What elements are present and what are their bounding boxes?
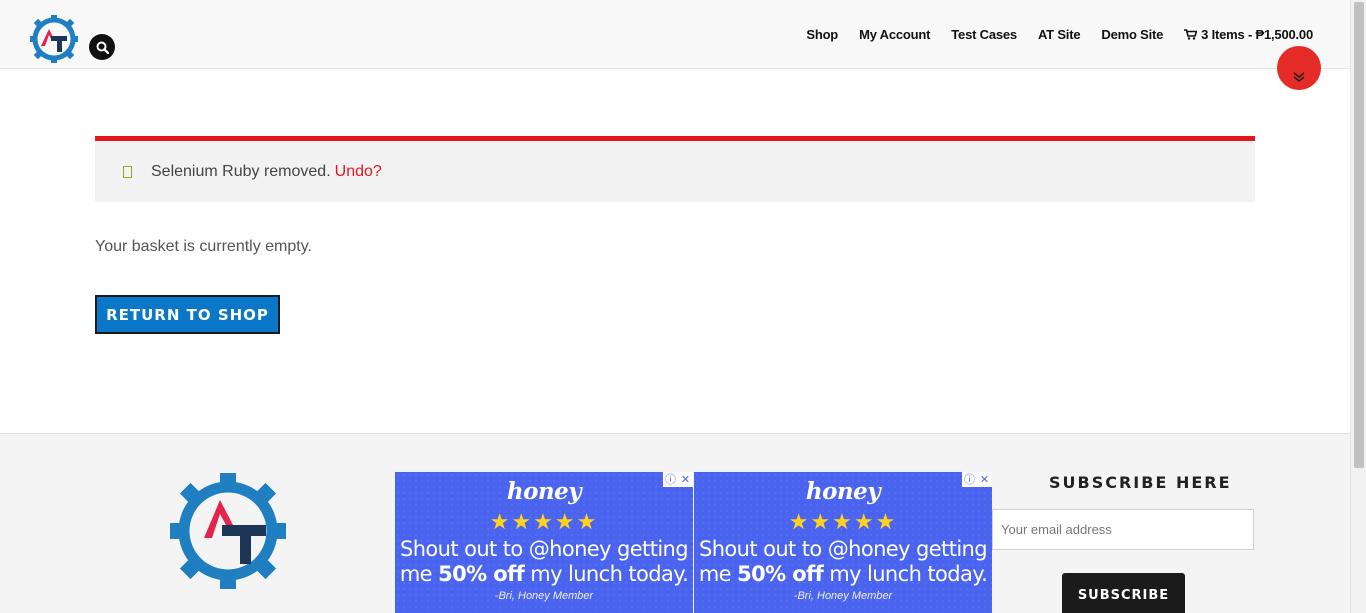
email-field[interactable]: [992, 509, 1254, 550]
search-button[interactable]: [89, 34, 115, 60]
nav-demo-site[interactable]: Demo Site: [1101, 27, 1163, 42]
ad-choices[interactable]: ⓘ ✕: [663, 472, 693, 487]
return-to-shop-button[interactable]: RETURN TO SHOP: [95, 295, 280, 334]
ad-stars: ★★★★★: [788, 509, 898, 534]
scrollbar-thumb[interactable]: [1354, 2, 1364, 468]
empty-basket-message: Your basket is currently empty.: [95, 238, 312, 255]
ad-brand: honey: [805, 478, 881, 505]
site-footer: ⓘ ✕ honey ★★★★★ Shout out to @honey gett…: [0, 433, 1350, 613]
site-header: Shop My Account Test Cases AT Site Demo …: [0, 0, 1350, 69]
cart-icon: [1184, 29, 1198, 40]
cart-summary: 3 Items - ₱1,500.00: [1201, 27, 1313, 42]
ad-info-icon[interactable]: ⓘ: [663, 472, 678, 487]
ad-info-icon[interactable]: ⓘ: [962, 472, 977, 487]
ad-brand: honey: [506, 478, 582, 505]
search-icon: [96, 41, 109, 54]
footer-logo-icon: [170, 473, 286, 589]
main-nav: Shop My Account Test Cases AT Site Demo …: [806, 27, 1313, 42]
ad-quote: Shout out to @honey getting me 50% off m…: [399, 537, 689, 586]
subscribe-button[interactable]: SUBSCRIBE: [1062, 573, 1185, 613]
page-scrollbar[interactable]: [1350, 0, 1366, 613]
nav-test-cases[interactable]: Test Cases: [951, 27, 1017, 42]
ad-close-icon[interactable]: ✕: [678, 472, 693, 487]
ad-attribution: -Bri, Honey Member: [793, 590, 893, 602]
ad-stars: ★★★★★: [489, 509, 599, 534]
ad-banner[interactable]: ⓘ ✕ honey ★★★★★ Shout out to @honey gett…: [694, 472, 992, 613]
ad-attribution: -Bri, Honey Member: [494, 590, 594, 602]
nav-shop[interactable]: Shop: [806, 27, 838, 42]
nav-my-account[interactable]: My Account: [859, 27, 930, 42]
site-logo-icon[interactable]: [29, 14, 79, 64]
removed-notice: Selenium Ruby removed. Undo?: [95, 136, 1255, 202]
chevron-double-down-icon: [1293, 72, 1305, 82]
check-icon: [123, 165, 132, 178]
subscribe-title: SUBSCRIBE HERE: [1049, 473, 1232, 492]
nav-at-site[interactable]: AT Site: [1038, 27, 1081, 42]
ad-choices[interactable]: ⓘ ✕: [962, 472, 992, 487]
ad-banner[interactable]: ⓘ ✕ honey ★★★★★ Shout out to @honey gett…: [395, 472, 693, 613]
nav-cart[interactable]: 3 Items - ₱1,500.00: [1184, 27, 1313, 42]
ad-quote: Shout out to @honey getting me 50% off m…: [698, 537, 988, 586]
undo-link[interactable]: Undo?: [335, 163, 382, 181]
ad-close-icon[interactable]: ✕: [977, 472, 992, 487]
notice-message: Selenium Ruby removed.: [151, 162, 331, 180]
scroll-down-button[interactable]: [1277, 46, 1321, 90]
